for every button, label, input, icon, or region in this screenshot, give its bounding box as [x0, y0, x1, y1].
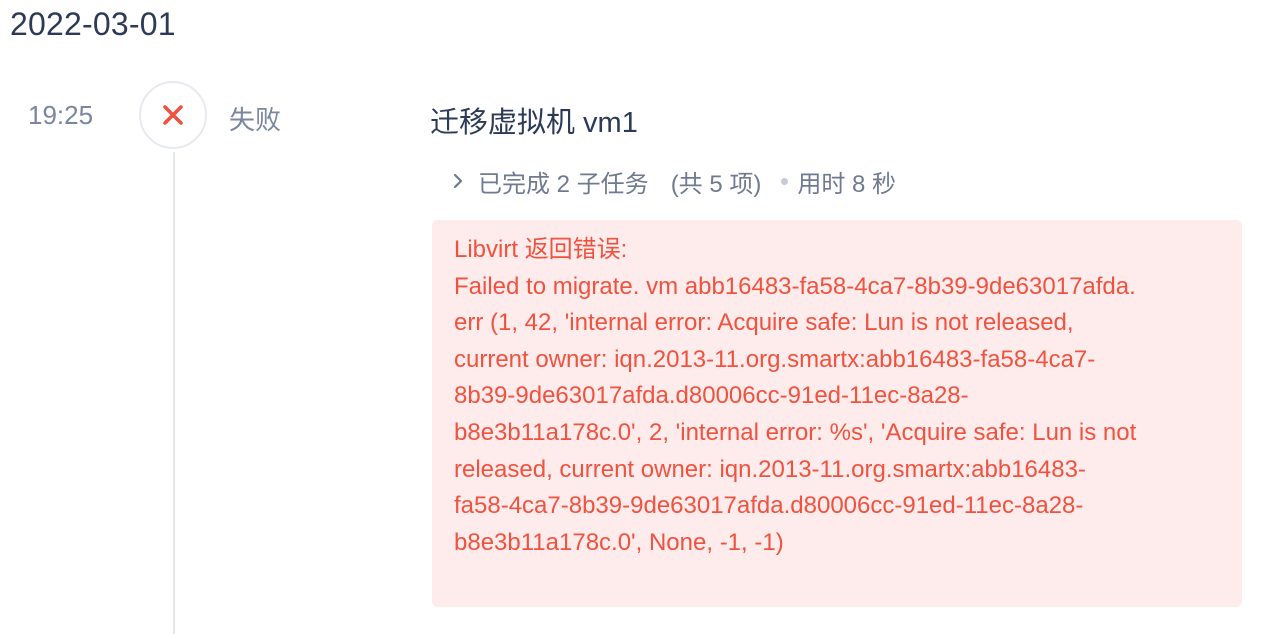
- subtask-completed: 已完成 2 子任务: [478, 170, 649, 198]
- error-line: released, current owner: iqn.2013-11.org…: [454, 455, 1086, 483]
- task-time: 19:25: [28, 100, 94, 130]
- task-history-page: 2022-03-01 19:25 失败 迁移虚拟机 vm1 已完成 2 子任务 …: [0, 0, 1275, 634]
- error-line: Libvirt 返回错误:: [454, 236, 628, 263]
- chevron-right-icon: [452, 173, 464, 189]
- error-line: err (1, 42, 'internal error: Acquire saf…: [454, 309, 1074, 337]
- error-line: 8b39-9de63017afda.d80006cc-91ed-11ec-8a2…: [454, 382, 969, 410]
- separator-dot: [781, 177, 789, 185]
- close-x-icon: [162, 104, 184, 126]
- error-line: current owner: iqn.2013-11.org.smartx:ab…: [454, 345, 1096, 373]
- subtask-expand-toggle[interactable]: 已完成 2 子任务 (共 5 项) 用时 8 秒: [452, 164, 896, 198]
- error-line: Failed to migrate. vm abb16483-fa58-4ca7…: [454, 272, 1136, 300]
- error-line: fa58-4ca7-8b39-9de63017afda.d80006cc-91e…: [454, 492, 1084, 520]
- timeline-line: [173, 152, 175, 634]
- subtask-total: (共 5 项): [670, 170, 762, 198]
- task-title: 迁移虚拟机 vm1: [430, 107, 638, 139]
- error-line: b8e3b11a178c.0', None, -1, -1): [454, 528, 784, 556]
- error-message-box: Libvirt 返回错误: Failed to migrate. vm abb1…: [432, 220, 1242, 607]
- status-label: 失败: [229, 105, 282, 135]
- task-duration: 用时 8 秒: [797, 170, 897, 198]
- status-indicator: [139, 81, 207, 149]
- error-line: b8e3b11a178c.0', 2, 'internal error: %s'…: [454, 418, 1137, 446]
- date-header: 2022-03-01: [10, 6, 176, 42]
